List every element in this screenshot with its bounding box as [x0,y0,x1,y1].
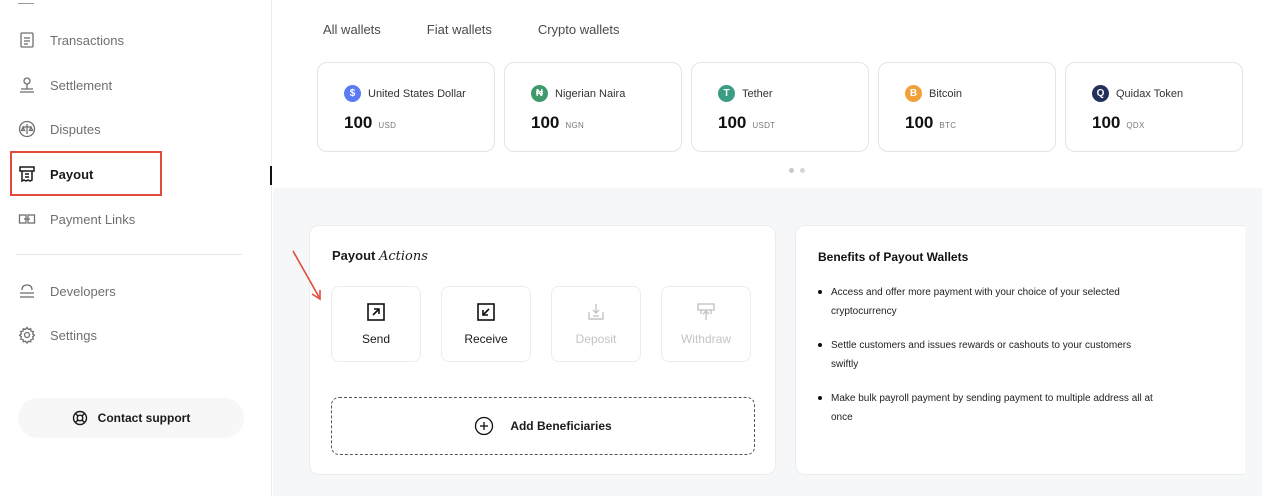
sidebar-item-payment-links[interactable]: Payment Links [18,207,135,231]
receive-button[interactable]: Receive [441,286,531,362]
sidebar-item-label: Settings [50,327,97,343]
deposit-button[interactable]: Deposit [551,286,641,362]
tether-icon: T [718,85,735,102]
quidax-icon: Q [1092,85,1109,102]
document-icon [20,32,34,48]
title-script: Actions [378,249,428,264]
wallet-name: Bitcoin [929,87,963,100]
benefit-text: Make bulk payroll payment by sending pay… [831,393,1153,423]
benefit-text: Access and offer more payment with your … [831,287,1120,317]
wallet-name: United States Dollar [368,87,466,100]
send-button[interactable]: Send [331,286,421,362]
sidebar-item-payout[interactable]: Payout [18,162,93,186]
lifebuoy-icon [72,410,87,426]
text-cursor [270,166,272,185]
withdraw-label: Withdraw [680,332,731,346]
benefit-item: Make bulk payroll payment by sending pay… [818,389,1158,427]
contact-support-label: Contact support [97,411,191,425]
naira-icon: ₦ [531,85,548,102]
tab-all-wallets[interactable]: All wallets [323,22,381,37]
payout-actions-panel: Payout Actions Send Receive Deposit With… [309,225,776,475]
bitcoin-icon: B [905,85,922,102]
sidebar: Transactions Settlement Disputes Payout … [0,0,272,496]
link-icon [18,214,36,224]
sidebar-item-settlement[interactable]: Settlement [18,73,112,97]
carousel-dot[interactable] [789,168,794,173]
menu-stub-icon [18,0,34,4]
wallet-amount: 100 [718,113,747,132]
deposit-icon [588,304,604,320]
bullet [818,343,822,347]
carousel-dot[interactable] [800,168,805,173]
wallet-card-usdt[interactable]: T Tether 100 USDT [691,62,869,152]
annotation-arrow-icon [292,250,321,301]
benefits-panel: Benefits of Payout Wallets Access and of… [795,225,1245,475]
sidebar-item-transactions[interactable]: Transactions [18,28,124,52]
wallet-card-qdx[interactable]: Q Quidax Token 100 QDX [1065,62,1243,152]
wallet-name: Quidax Token [1116,87,1184,100]
arrow-down-left-icon [477,303,495,321]
sidebar-item-label: Settlement [50,77,113,93]
deposit-label: Deposit [575,332,617,346]
wallet-amount: 100 [905,113,934,132]
receive-label: Receive [464,332,508,346]
add-beneficiaries-label: Add Beneficiaries [510,419,612,433]
wallet-name: Nigerian Naira [555,87,626,100]
wallet-currency: USDT [752,121,776,130]
contact-support-button[interactable]: Contact support [18,398,244,438]
sidebar-item-settings[interactable]: Settings [18,323,97,347]
carousel-dots [789,168,805,173]
add-beneficiaries-button[interactable]: Add Beneficiaries [331,397,755,455]
withdraw-button[interactable]: Withdraw [661,286,751,362]
sidebar-item-label: Developers [50,283,116,299]
sidebar-item-label: Payout [50,166,94,182]
receipt-icon [19,166,35,183]
withdraw-icon [697,303,715,320]
sidebar-item-disputes[interactable]: Disputes [18,117,101,141]
panel-title: Payout Actions [332,248,428,264]
title-plain: Payout [332,248,376,263]
sidebar-item-label: Payment Links [50,211,136,227]
bank-icon [20,77,34,93]
wallet-amount: 100 [344,113,373,132]
gear-icon [18,326,36,344]
plus-circle-icon [475,416,494,436]
send-label: Send [361,332,391,346]
scale-icon [18,120,36,138]
sidebar-item-label: Transactions [50,32,124,48]
bullet [818,290,822,294]
wallet-card-btc[interactable]: B Bitcoin 100 BTC [878,62,1056,152]
benefit-item: Access and offer more payment with your … [818,283,1158,321]
wallet-currency: QDX [1126,121,1145,130]
wallet-name: Tether [742,87,773,100]
bullet [818,396,822,400]
arrow-up-right-icon [367,303,385,321]
benefits-title: Benefits of Payout Wallets [818,250,969,264]
wallet-amount: 100 [531,113,560,132]
wallet-tabs: All wallets Fiat wallets Crypto wallets [323,22,619,37]
wallet-currency: BTC [939,121,957,130]
tab-crypto-wallets[interactable]: Crypto wallets [538,22,620,37]
wallet-currency: USD [378,121,397,130]
wallet-currency: NGN [565,121,585,130]
wallet-amount: 100 [1092,113,1121,132]
wallet-card-usd[interactable]: $ United States Dollar 100 USD [317,62,495,152]
benefit-text: Settle customers and issues rewards or c… [831,340,1132,370]
sidebar-item-developers[interactable]: Developers [18,279,116,303]
sidebar-divider [16,254,242,255]
tab-fiat-wallets[interactable]: Fiat wallets [427,22,492,37]
server-icon [20,284,34,298]
sidebar-item-label: Disputes [50,121,101,137]
dollar-icon: $ [344,85,361,102]
wallet-card-ngn[interactable]: ₦ Nigerian Naira 100 NGN [504,62,682,152]
benefit-item: Settle customers and issues rewards or c… [818,336,1158,374]
